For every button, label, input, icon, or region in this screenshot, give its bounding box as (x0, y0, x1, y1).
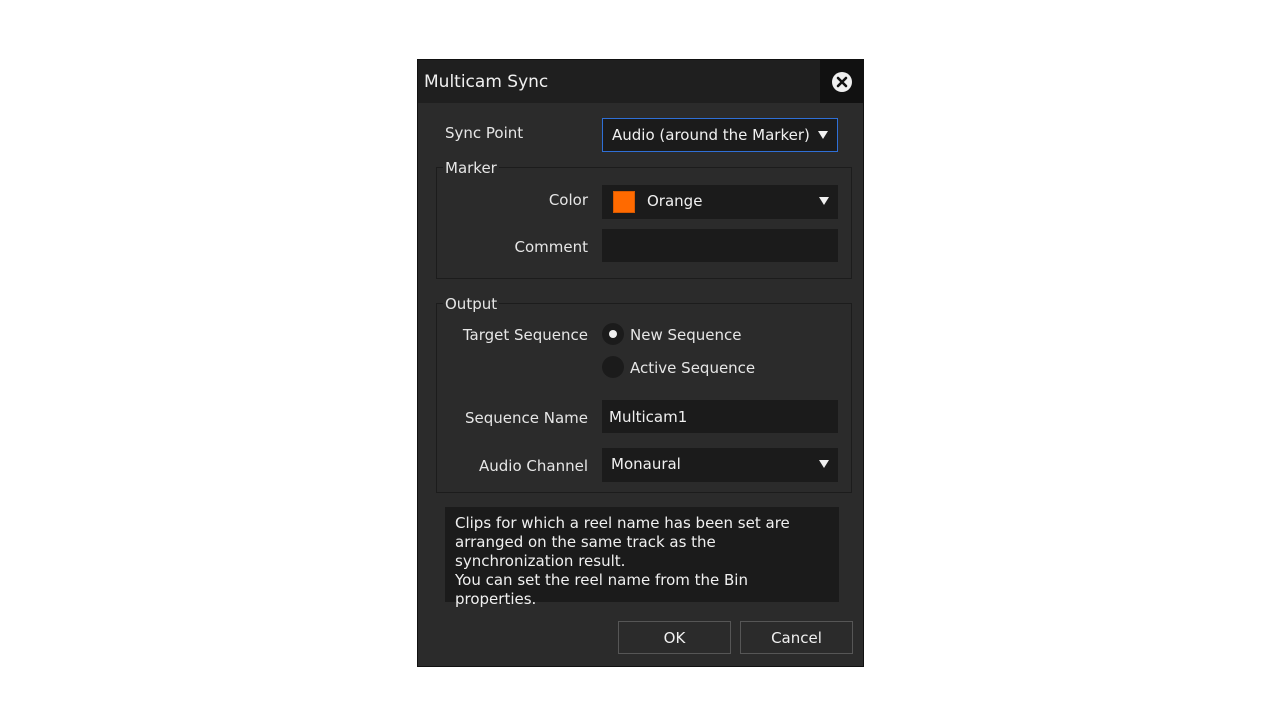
cancel-button[interactable]: Cancel (740, 621, 853, 654)
new-sequence-label[interactable]: New Sequence (630, 326, 741, 344)
active-sequence-label[interactable]: Active Sequence (630, 359, 755, 377)
color-value: Orange (647, 192, 703, 210)
dialog-title: Multicam Sync (424, 72, 549, 92)
output-group-title: Output (443, 295, 500, 313)
info-message: Clips for which a reel name has been set… (445, 507, 839, 608)
title-bar[interactable]: Multicam Sync (418, 60, 863, 103)
multicam-sync-dialog: Multicam Sync Sync Point Audio (around t… (417, 59, 864, 667)
close-button[interactable] (820, 60, 863, 103)
chevron-down-icon (819, 460, 829, 468)
sequence-name-label: Sequence Name (464, 409, 588, 427)
color-label: Color (548, 191, 588, 209)
info-line-1: Clips for which a reel name has been set… (455, 514, 790, 570)
sync-point-label: Sync Point (445, 124, 524, 142)
comment-input[interactable] (602, 229, 838, 262)
radio-new-sequence[interactable] (602, 323, 624, 345)
chevron-down-icon (819, 197, 829, 205)
audio-channel-select[interactable]: Monaural (602, 448, 838, 482)
radio-active-sequence[interactable] (602, 356, 624, 378)
audio-channel-label: Audio Channel (479, 457, 588, 475)
ok-button[interactable]: OK (618, 621, 731, 654)
sequence-name-input[interactable] (602, 400, 838, 433)
info-line-2: You can set the reel name from the Bin p… (455, 571, 748, 608)
audio-channel-value: Monaural (611, 455, 681, 473)
radio-selected-dot (609, 330, 617, 338)
close-icon (831, 71, 852, 92)
marker-group-title: Marker (443, 159, 499, 177)
target-sequence-label: Target Sequence (462, 326, 588, 344)
sync-point-value: Audio (around the Marker) (612, 126, 810, 144)
color-select[interactable]: Orange (602, 185, 838, 219)
comment-label: Comment (514, 238, 589, 256)
sync-point-select[interactable]: Audio (around the Marker) (602, 118, 838, 152)
color-swatch (613, 191, 635, 213)
marker-group (436, 167, 852, 279)
chevron-down-icon (818, 131, 828, 139)
